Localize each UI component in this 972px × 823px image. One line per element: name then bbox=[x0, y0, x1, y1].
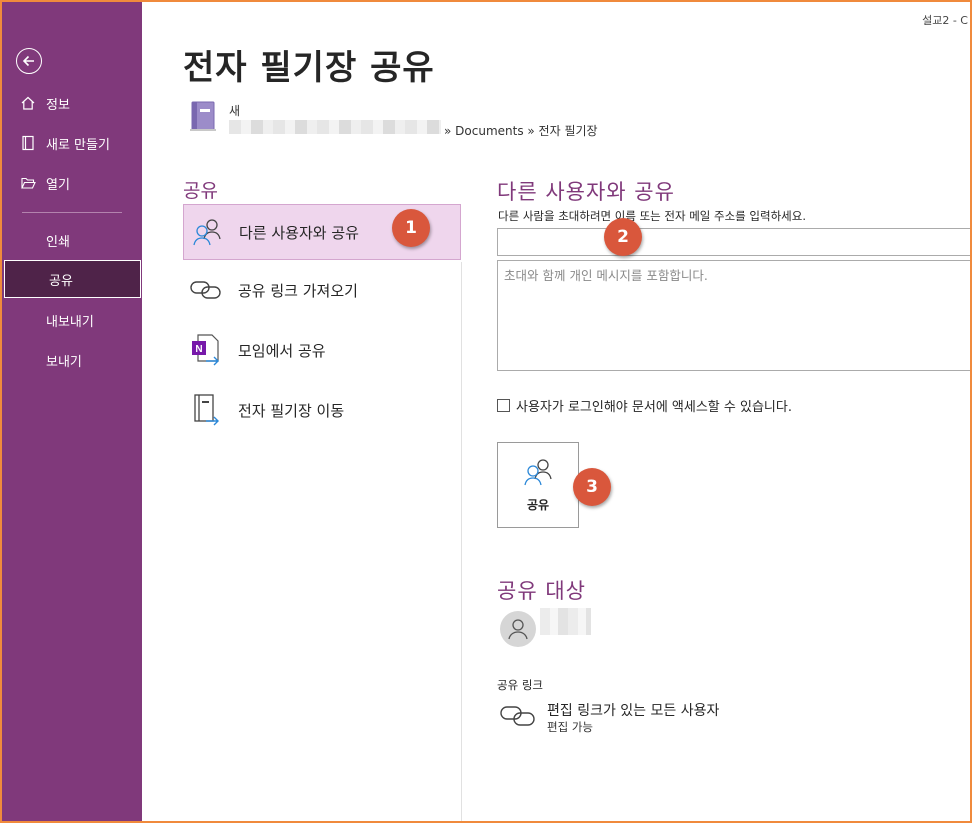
sidebar-item-label: 공유 bbox=[49, 273, 73, 289]
require-signin-label: 사용자가 로그인해야 문서에 액세스할 수 있습니다. bbox=[516, 400, 792, 415]
notebook-icon bbox=[190, 100, 218, 136]
onenote-meeting-icon: N bbox=[189, 333, 223, 367]
option-get-share-link[interactable]: 공유 링크 가져오기 bbox=[183, 262, 461, 318]
avatar bbox=[500, 611, 536, 647]
new-notebook-icon bbox=[20, 135, 36, 151]
sidebar-item-open[interactable]: 열기 bbox=[2, 164, 142, 202]
invite-input[interactable] bbox=[497, 228, 972, 256]
callout-badge-3: 3 bbox=[573, 468, 611, 506]
backstage-sidebar: 정보 새로 만들기 열기 인쇄 공유 내보내기 보내기 bbox=[2, 2, 142, 821]
sidebar-item-new[interactable]: 새로 만들기 bbox=[2, 124, 142, 162]
redacted-path bbox=[229, 120, 441, 134]
option-label: 모임에서 공유 bbox=[238, 341, 326, 360]
sidebar-item-label: 내보내기 bbox=[46, 314, 94, 330]
sidebar-item-label: 열기 bbox=[46, 177, 70, 193]
callout-badge-1: 1 bbox=[392, 209, 430, 247]
sidebar-item-info[interactable]: 정보 bbox=[2, 84, 142, 122]
sidebar-item-send[interactable]: 보내기 bbox=[2, 341, 142, 379]
share-options-title: 공유 bbox=[183, 180, 218, 202]
people-icon bbox=[190, 215, 224, 249]
sidebar-item-print[interactable]: 인쇄 bbox=[2, 221, 142, 259]
people-icon bbox=[523, 457, 553, 490]
move-notebook-icon bbox=[189, 393, 223, 427]
option-label: 공유 링크 가져오기 bbox=[238, 281, 358, 300]
folder-open-icon bbox=[20, 175, 36, 191]
redacted-user-name bbox=[540, 608, 591, 635]
share-button-label: 공유 bbox=[526, 498, 550, 512]
option-label: 전자 필기장 이동 bbox=[238, 401, 345, 420]
callout-badge-2: 2 bbox=[604, 218, 642, 256]
message-textarea[interactable] bbox=[497, 260, 972, 371]
require-signin-row[interactable]: 사용자가 로그인해야 문서에 액세스할 수 있습니다. bbox=[497, 396, 792, 415]
share-link-title[interactable]: 편집 링크가 있는 모든 사용자 bbox=[547, 700, 719, 720]
invite-instruction: 다른 사람을 초대하려면 이름 또는 전자 메일 주소를 입력하세요. bbox=[498, 209, 806, 223]
option-share-with-meeting[interactable]: N 모임에서 공유 bbox=[183, 322, 461, 378]
shared-with-title: 공유 대상 bbox=[497, 579, 586, 603]
link-icon bbox=[500, 704, 536, 734]
option-move-notebook[interactable]: 전자 필기장 이동 bbox=[183, 382, 461, 438]
sidebar-item-share[interactable]: 공유 bbox=[4, 260, 141, 298]
sidebar-item-label: 인쇄 bbox=[46, 234, 70, 250]
panel-divider bbox=[461, 262, 462, 821]
share-panel-title: 다른 사용자와 공유 bbox=[497, 180, 675, 204]
share-link-permission: 편집 가능 bbox=[547, 720, 593, 734]
back-arrow-icon[interactable] bbox=[16, 48, 42, 74]
sidebar-item-export[interactable]: 내보내기 bbox=[2, 301, 142, 339]
page-title: 전자 필기장 공유 bbox=[183, 48, 435, 88]
require-signin-checkbox[interactable] bbox=[497, 399, 510, 412]
notebook-path: » Documents » 전자 필기장 bbox=[444, 124, 598, 138]
sidebar-item-label: 정보 bbox=[46, 97, 70, 113]
sidebar-item-label: 보내기 bbox=[46, 354, 82, 370]
link-icon bbox=[189, 273, 223, 307]
sidebar-item-label: 새로 만들기 bbox=[46, 137, 110, 153]
share-button[interactable]: 공유 bbox=[497, 442, 579, 528]
notebook-name: 새 bbox=[229, 104, 241, 118]
home-icon bbox=[20, 95, 36, 111]
window-title-fragment: 설교2 - C bbox=[922, 14, 968, 27]
svg-text:N: N bbox=[195, 344, 202, 355]
option-label: 다른 사용자와 공유 bbox=[239, 223, 359, 242]
sidebar-divider bbox=[22, 212, 122, 213]
share-link-section-label: 공유 링크 bbox=[497, 678, 543, 692]
